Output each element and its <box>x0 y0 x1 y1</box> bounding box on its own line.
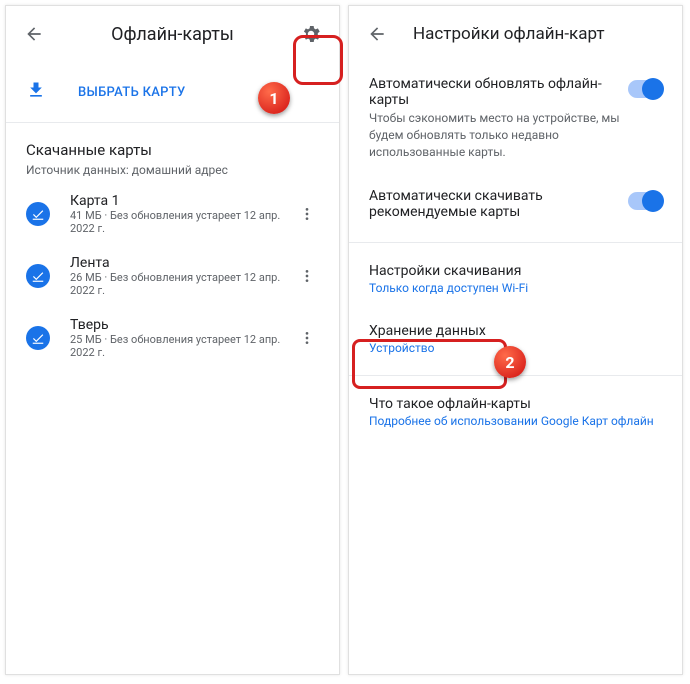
offline-settings-screen: Настройки офлайн-карт Автоматически обно… <box>348 5 683 675</box>
download-prefs-setting[interactable]: Настройки скачивания Только когда доступ… <box>349 249 682 309</box>
back-button[interactable] <box>14 14 54 54</box>
setting-subtitle: Чтобы сэкономить место на устройстве, мы… <box>369 110 628 160</box>
map-item[interactable]: Тверь 25 МБ · Без обновления устареет 12… <box>6 307 339 369</box>
map-menu-button[interactable] <box>295 330 319 346</box>
select-map-button[interactable]: ВЫБРАТЬ КАРТУ <box>6 62 339 123</box>
divider <box>349 242 682 243</box>
map-text: Карта 1 41 МБ · Без обновления устареет … <box>70 193 295 235</box>
setting-value: Устройство <box>369 341 662 355</box>
downloaded-maps-header: Скачанные карты Источник данных: домашни… <box>6 123 339 183</box>
arrow-back-icon <box>24 24 44 44</box>
setting-title: Хранение данных <box>369 323 662 339</box>
map-detail: 26 МБ · Без обновления устареет 12 апр. … <box>70 271 295 297</box>
section-subtitle: Источник данных: домашний адрес <box>26 163 319 177</box>
map-item[interactable]: Лента 26 МБ · Без обновления устареет 12… <box>6 245 339 307</box>
about-offline-setting[interactable]: Что такое офлайн-карты Подробнее об испо… <box>349 382 682 442</box>
map-menu-button[interactable] <box>295 206 319 222</box>
kebab-icon <box>299 268 315 284</box>
setting-title: Настройки скачивания <box>369 263 662 279</box>
map-text: Лента 26 МБ · Без обновления устареет 12… <box>70 255 295 297</box>
map-item[interactable]: Карта 1 41 МБ · Без обновления устареет … <box>6 183 339 245</box>
gear-icon <box>300 23 322 45</box>
offline-maps-screen: Офлайн-карты ВЫБРАТЬ КАРТУ Скачанные кар… <box>5 5 340 675</box>
setting-title: Что такое офлайн-карты <box>369 396 662 412</box>
map-name: Карта 1 <box>70 193 295 209</box>
select-map-label: ВЫБРАТЬ КАРТУ <box>78 85 186 100</box>
auto-download-setting[interactable]: Автоматически скачивать рекомендуемые ка… <box>349 174 682 236</box>
map-downloaded-icon <box>26 264 50 288</box>
setting-title: Автоматически скачивать рекомендуемые ка… <box>369 188 628 220</box>
setting-title: Автоматически обновлять офлайн-карты <box>369 76 628 108</box>
settings-button[interactable] <box>291 14 331 54</box>
setting-value: Только когда доступен Wi-Fi <box>369 281 662 295</box>
map-detail: 41 МБ · Без обновления устареет 12 апр. … <box>70 209 295 235</box>
map-name: Тверь <box>70 317 295 333</box>
page-title: Настройки офлайн-карт <box>413 24 674 44</box>
map-detail: 25 МБ · Без обновления устареет 12 апр. … <box>70 333 295 359</box>
page-title: Офлайн-карты <box>54 24 291 45</box>
arrow-back-icon <box>367 24 387 44</box>
kebab-icon <box>299 206 315 222</box>
section-title: Скачанные карты <box>26 141 319 159</box>
storage-setting[interactable]: Хранение данных Устройство <box>349 309 682 369</box>
map-name: Лента <box>70 255 295 271</box>
auto-update-setting[interactable]: Автоматически обновлять офлайн-карты Что… <box>349 62 682 174</box>
setting-value: Подробнее об использовании Google Карт о… <box>369 414 662 428</box>
auto-update-toggle[interactable] <box>628 80 662 98</box>
download-icon <box>26 80 50 104</box>
map-menu-button[interactable] <box>295 268 319 284</box>
header: Настройки офлайн-карт <box>349 6 682 62</box>
auto-download-toggle[interactable] <box>628 192 662 210</box>
map-text: Тверь 25 МБ · Без обновления устареет 12… <box>70 317 295 359</box>
kebab-icon <box>299 330 315 346</box>
map-downloaded-icon <box>26 202 50 226</box>
back-button[interactable] <box>357 14 397 54</box>
map-downloaded-icon <box>26 326 50 350</box>
header: Офлайн-карты <box>6 6 339 62</box>
divider <box>349 375 682 376</box>
